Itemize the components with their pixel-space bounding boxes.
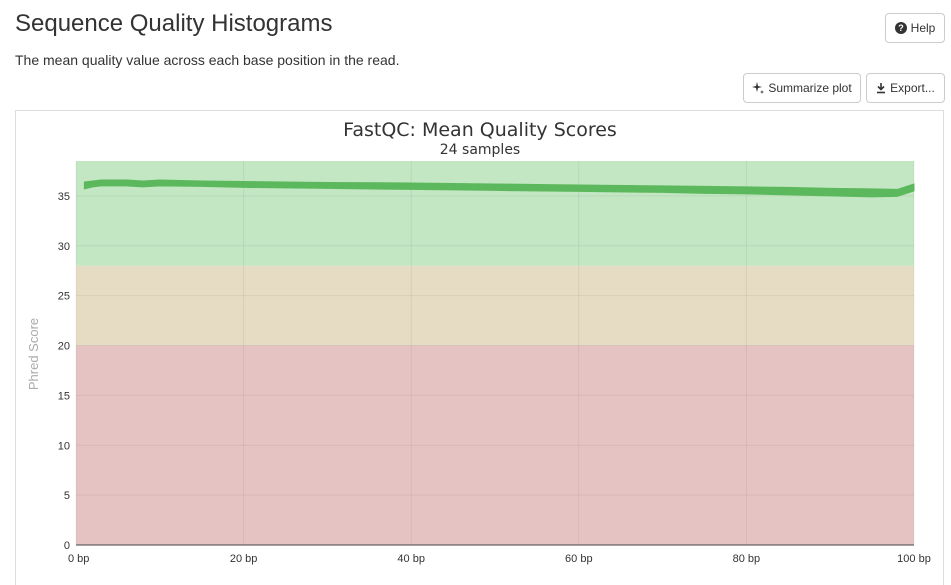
x-tick-label: 100 bp xyxy=(897,553,931,565)
x-tick-label: 40 bp xyxy=(397,553,425,565)
y-tick-label: 20 xyxy=(58,341,70,353)
y-tick-label: 10 xyxy=(58,440,70,452)
y-axis-label: Phred Score xyxy=(26,318,41,390)
x-tick-label: 80 bp xyxy=(733,553,761,565)
x-tick-label: 0 bp xyxy=(68,553,89,565)
zone-warn xyxy=(76,265,914,346)
chart-title: FastQC: Mean Quality Scores xyxy=(343,119,617,141)
y-tick-label: 30 xyxy=(58,241,70,253)
quality-chart: 0 bp 20 bp 40 bp 60 bp 80 bp 100 bp 0 5 10 15 20 25… xyxy=(26,119,931,565)
y-tick-label: 15 xyxy=(58,390,70,402)
y-tick-label: 35 xyxy=(58,191,70,203)
x-tick-label: 20 bp xyxy=(230,553,258,565)
y-tick-label: 5 xyxy=(64,490,70,502)
chart-subtitle: 24 samples xyxy=(440,142,520,158)
y-tick-label: 0 xyxy=(64,540,70,552)
y-tick-label: 25 xyxy=(58,291,70,303)
x-tick-label: 60 bp xyxy=(565,553,593,565)
zone-pass xyxy=(76,161,914,266)
zones-layer xyxy=(76,161,914,545)
